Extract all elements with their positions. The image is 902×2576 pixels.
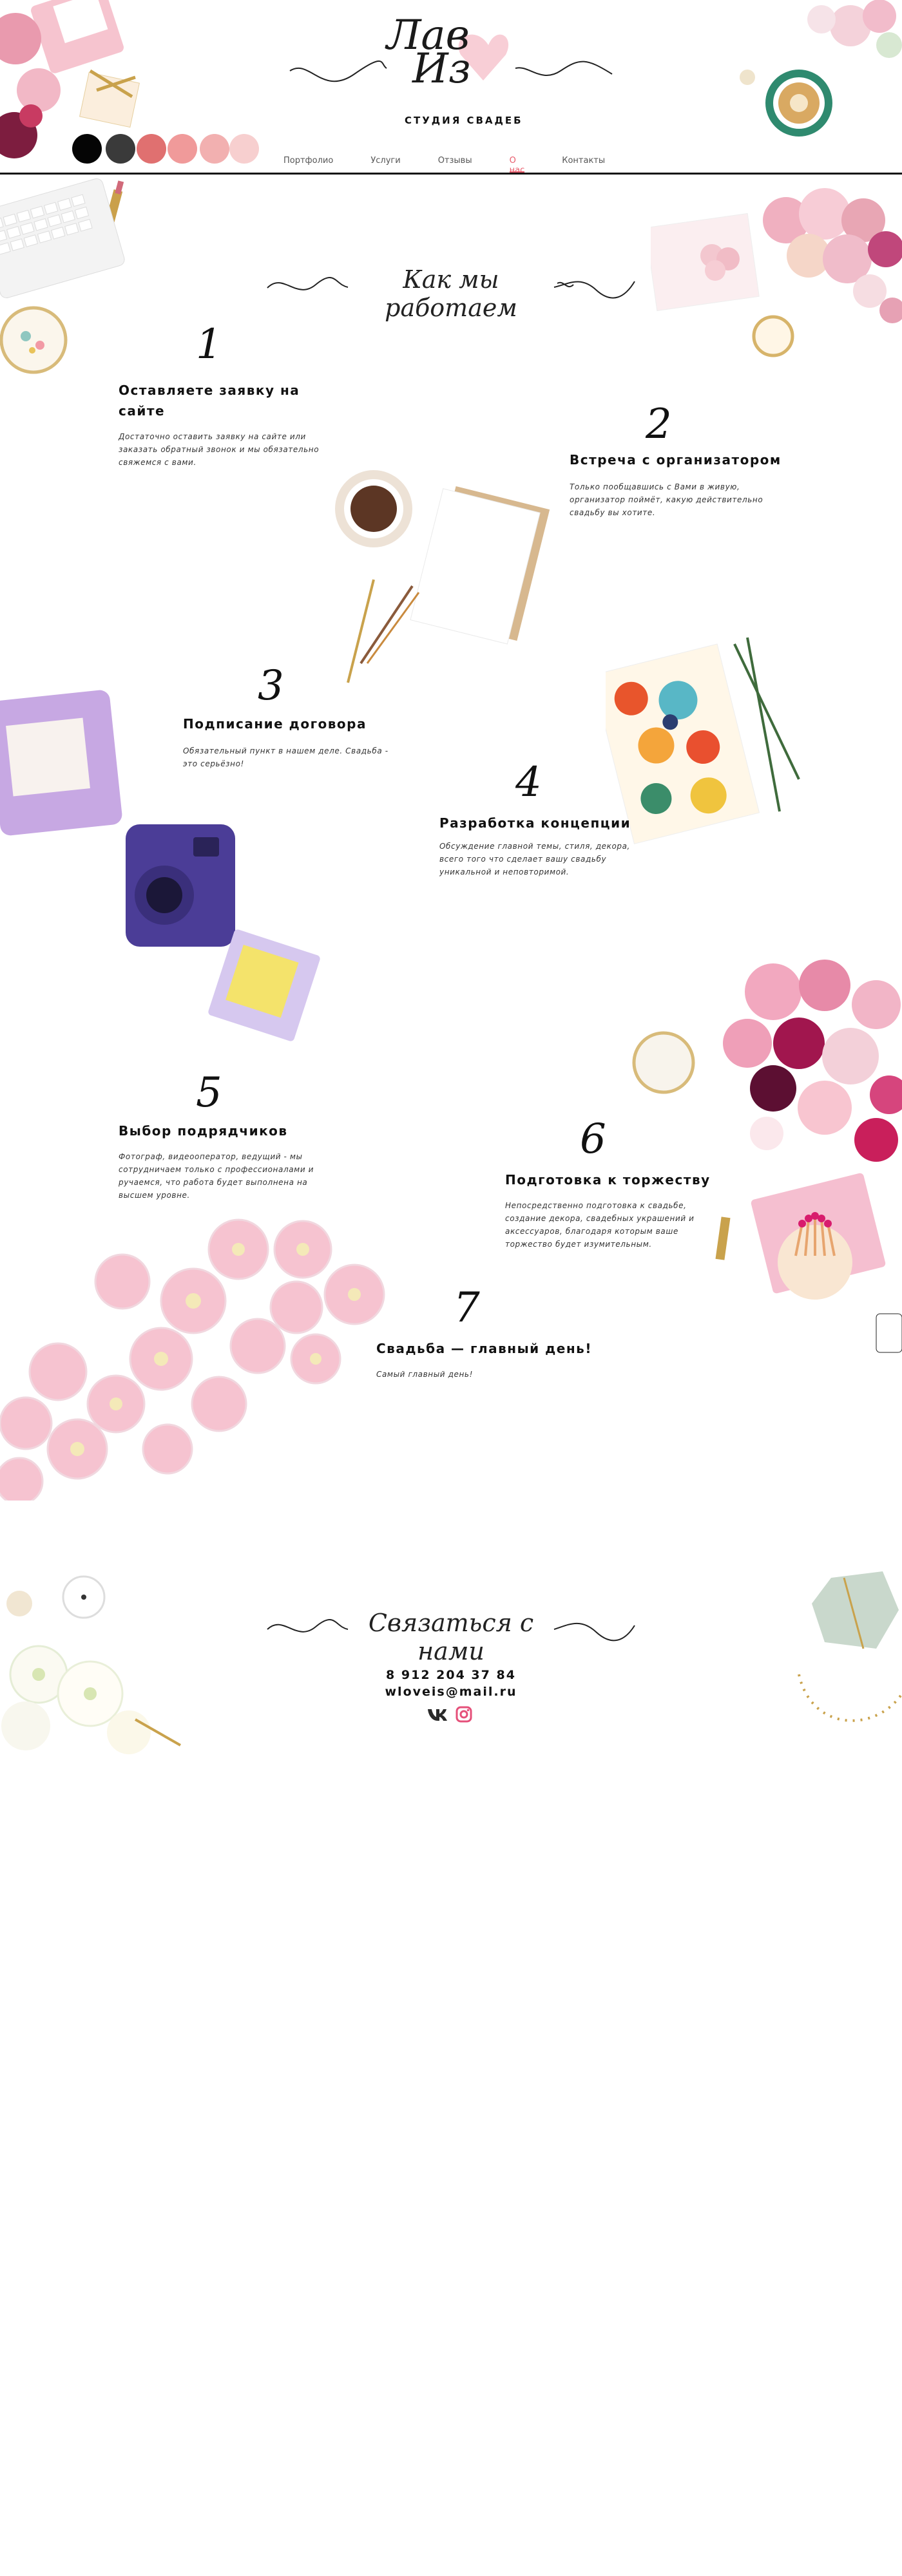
nav-item-0[interactable]: Портфолио <box>283 156 333 173</box>
decor-flowers-clock <box>1 1575 181 1754</box>
logo-line2: Из <box>412 45 471 93</box>
nav-item-4[interactable]: Контакты <box>562 156 605 173</box>
logo-subtitle: СТУДИЯ СВАДЕБ <box>405 115 523 126</box>
nav-item-2[interactable]: Отзывы <box>438 156 472 173</box>
main-nav: Портфолио Услуги Отзывы О нас Контакты <box>283 156 619 175</box>
decor-ranunculus <box>0 1218 385 1501</box>
section-title-contact: Связаться с нами <box>368 1609 534 1665</box>
nav-divider <box>0 173 902 175</box>
step-text: Только пообщавшись с Вами в живую, орган… <box>570 482 763 517</box>
step-number: 7 <box>454 1284 480 1332</box>
decor-coffee-paper <box>335 470 550 683</box>
decor-flowers-macarons <box>651 188 902 357</box>
palette-swatch <box>106 134 135 164</box>
step-title: Разработка концепции <box>439 815 631 831</box>
step-number: 6 <box>580 1115 606 1163</box>
social-links <box>427 1705 478 1725</box>
step-title: Свадьба — главный день! <box>376 1341 592 1356</box>
site-header: Лав Из СТУДИЯ СВАДЕБ Портфолио Услуги Отзы… <box>0 0 902 374</box>
step-number: 2 <box>646 401 672 448</box>
step-title: Подготовка к торжеству <box>505 1172 711 1188</box>
palette-swatch <box>137 134 166 164</box>
step-number: 5 <box>196 1069 222 1117</box>
step-title: Встреча с организатором <box>570 452 782 468</box>
palette-swatch <box>229 134 259 164</box>
decor-embroidery-hoop <box>0 306 68 374</box>
step-title: Оставляете заявку на сайте <box>119 383 300 419</box>
step-text: Обсуждение главной темы, стиля, декора, … <box>439 842 630 876</box>
step-text: Непосредственно подготовка к свадьбе, со… <box>505 1201 695 1249</box>
decor-jewelry <box>798 1571 902 1722</box>
nav-item-3[interactable]: О нас <box>509 156 524 175</box>
contact-phone[interactable]: 8 912 204 37 84 <box>322 1668 580 1682</box>
section-title-how: Как мы работаем <box>385 265 517 322</box>
decor-flowers-matches <box>632 960 902 1353</box>
decor-instant-camera <box>0 690 320 1041</box>
vk-icon[interactable] <box>427 1705 448 1723</box>
decor-flatlay-top-right <box>740 0 902 137</box>
nav-item-1[interactable]: Услуги <box>370 156 400 173</box>
step-number: 1 <box>196 321 222 368</box>
palette-swatch <box>72 134 102 164</box>
palette-swatch <box>200 134 229 164</box>
step-number: 4 <box>515 759 542 806</box>
step-text: Самый главный день! <box>376 1370 474 1379</box>
contact-email[interactable]: wloveis@mail.ru <box>322 1685 580 1699</box>
step-text: Достаточно оставить заявку на сайте или … <box>119 432 320 467</box>
step-text: Фотограф, видеооператор, ведущий - мы со… <box>119 1152 314 1200</box>
instagram-icon[interactable] <box>455 1705 473 1723</box>
step-title: Выбор подрядчиков <box>119 1123 288 1139</box>
palette-swatch <box>168 134 197 164</box>
